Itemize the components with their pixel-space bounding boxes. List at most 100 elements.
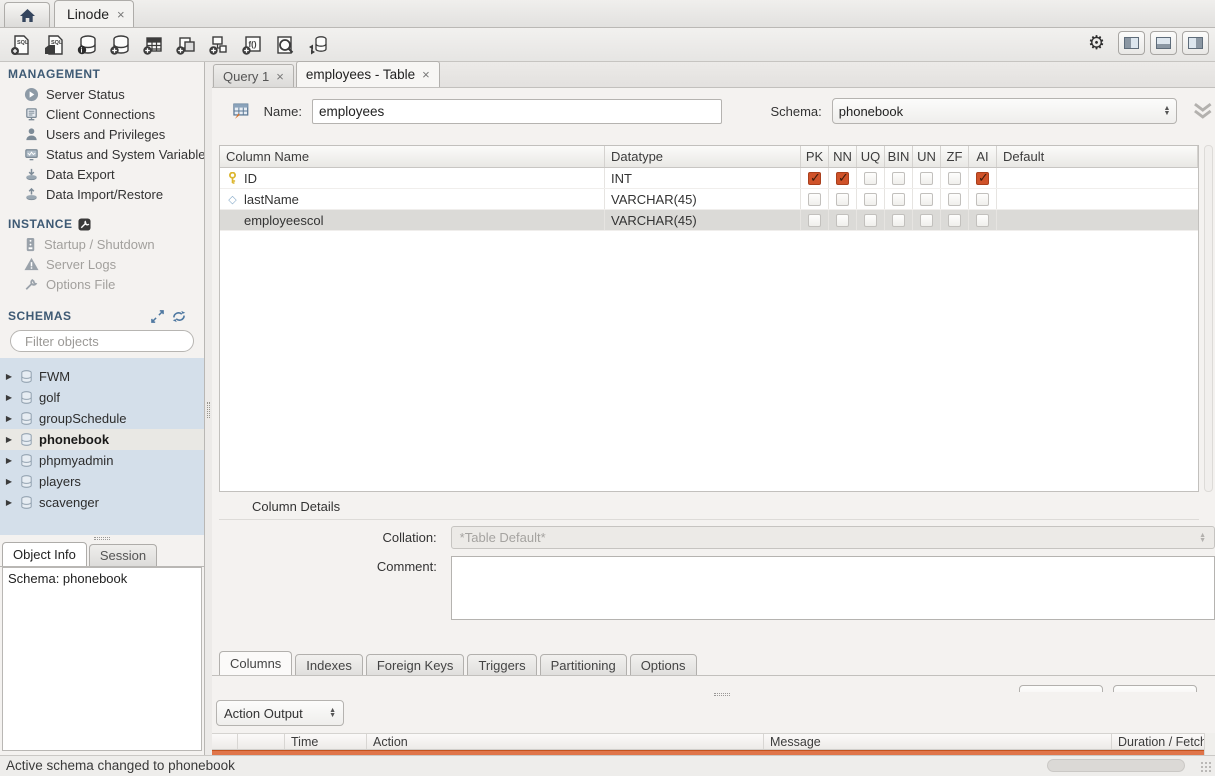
tab-query-1[interactable]: Query 1 × (213, 64, 294, 87)
tab-partitioning[interactable]: Partitioning (540, 654, 627, 676)
vertical-splitter[interactable] (205, 62, 212, 755)
header-zf[interactable]: ZF (941, 146, 969, 167)
header-ai[interactable]: AI (969, 146, 997, 167)
output-header-duration[interactable]: Duration / Fetch (1112, 734, 1204, 749)
checkbox-un[interactable] (920, 172, 933, 185)
tab-indexes[interactable]: Indexes (295, 654, 363, 676)
toggle-right-panel-button[interactable] (1182, 31, 1209, 55)
checkbox-bin[interactable] (892, 193, 905, 206)
output-header-time[interactable]: Time (285, 734, 367, 749)
checkbox-nn[interactable] (836, 214, 849, 227)
checkbox-bin[interactable] (892, 172, 905, 185)
header-bin[interactable]: BIN (885, 146, 913, 167)
expander-icon[interactable]: ▶ (4, 414, 14, 423)
refresh-schemas-icon[interactable] (172, 310, 186, 323)
schema-item-fwm[interactable]: ▶ FWM (0, 366, 204, 387)
open-sql-file-button[interactable]: SQL (39, 31, 69, 59)
new-sql-tab-button[interactable]: SQL (6, 31, 36, 59)
header-datatype[interactable]: Datatype (605, 146, 801, 167)
close-icon[interactable]: × (276, 69, 284, 84)
header-uq[interactable]: UQ (857, 146, 885, 167)
sidebar-item-startup-shutdown[interactable]: Startup / Shutdown (0, 234, 204, 254)
checkbox-nn[interactable] (836, 172, 849, 185)
home-tab[interactable] (4, 2, 50, 27)
header-default[interactable]: Default (997, 146, 1198, 167)
schema-filter-input[interactable] (25, 334, 201, 349)
sidebar-item-system-variables[interactable]: Status and System Variables (0, 144, 204, 164)
toggle-bottom-panel-button[interactable] (1150, 31, 1177, 55)
sidebar-item-users-privileges[interactable]: Users and Privileges (0, 124, 204, 144)
checkbox-ai[interactable] (976, 193, 989, 206)
checkbox-nn[interactable] (836, 193, 849, 206)
column-row-lastname[interactable]: ◇ lastName VARCHAR(45) (220, 189, 1198, 210)
header-un[interactable]: UN (913, 146, 941, 167)
tab-triggers[interactable]: Triggers (467, 654, 536, 676)
column-row-id[interactable]: ID INT (220, 168, 1198, 189)
create-table-button[interactable] (138, 31, 168, 59)
expander-icon[interactable]: ▶ (4, 372, 14, 381)
checkbox-uq[interactable] (864, 172, 877, 185)
expander-icon[interactable]: ▶ (4, 477, 14, 486)
header-pk[interactable]: PK (801, 146, 829, 167)
close-icon[interactable]: × (117, 7, 125, 22)
checkbox-ai[interactable] (976, 214, 989, 227)
checkbox-un[interactable] (920, 214, 933, 227)
checkbox-un[interactable] (920, 193, 933, 206)
comment-textarea[interactable] (451, 556, 1215, 620)
column-row-employeescol[interactable]: employeescol VARCHAR(45) (220, 210, 1198, 231)
checkbox-ai[interactable] (976, 172, 989, 185)
tab-columns[interactable]: Columns (219, 651, 292, 676)
checkbox-uq[interactable] (864, 193, 877, 206)
tab-foreign-keys[interactable]: Foreign Keys (366, 654, 465, 676)
header-column-name[interactable]: Column Name (220, 146, 605, 167)
checkbox-zf[interactable] (948, 172, 961, 185)
output-vertical-scrollbar[interactable] (1204, 733, 1215, 755)
inspect-database-button[interactable]: i (72, 31, 102, 59)
expander-icon[interactable]: ▶ (4, 498, 14, 507)
schema-item-scavenger[interactable]: ▶ scavenger (0, 492, 204, 513)
tab-employees-table[interactable]: employees - Table × (296, 61, 440, 87)
schema-select[interactable]: phonebook ▲▼ (832, 98, 1178, 124)
output-header-action[interactable]: Action (367, 734, 764, 749)
checkbox-bin[interactable] (892, 214, 905, 227)
expander-icon[interactable]: ▶ (4, 393, 14, 402)
sidebar-item-server-logs[interactable]: Server Logs (0, 254, 204, 274)
window-resize-grip[interactable] (1200, 761, 1212, 773)
checkbox-pk[interactable] (808, 172, 821, 185)
output-selector[interactable]: Action Output ▲▼ (216, 700, 344, 726)
default-value-cell[interactable] (997, 210, 1198, 230)
expander-icon[interactable]: ▶ (4, 435, 14, 444)
connection-tab[interactable]: Linode × (54, 0, 134, 27)
sidebar-item-options-file[interactable]: Options File (0, 274, 204, 294)
schema-item-players[interactable]: ▶ players (0, 471, 204, 492)
output-header-message[interactable]: Message (764, 734, 1112, 749)
expander-icon[interactable]: ▶ (4, 456, 14, 465)
collation-select[interactable]: *Table Default* ▲▼ (451, 526, 1215, 549)
activity-gear-icon[interactable]: ⚙ (1088, 34, 1105, 53)
table-name-input[interactable] (312, 99, 722, 124)
search-table-data-button[interactable] (270, 31, 300, 59)
schema-item-phonebook[interactable]: ▶ phonebook (0, 429, 204, 450)
header-nn[interactable]: NN (829, 146, 857, 167)
sidebar-item-data-import[interactable]: Data Import/Restore (0, 184, 204, 204)
schema-item-phpmyadmin[interactable]: ▶ phpmyadmin (0, 450, 204, 471)
expand-header-chevron-icon[interactable] (1191, 102, 1215, 120)
create-schema-button[interactable] (105, 31, 135, 59)
checkbox-pk[interactable] (808, 214, 821, 227)
toggle-left-panel-button[interactable] (1118, 31, 1145, 55)
tab-object-info[interactable]: Object Info (2, 542, 87, 566)
sidebar-item-server-status[interactable]: Server Status (0, 84, 204, 104)
grid-vertical-scrollbar[interactable] (1204, 145, 1213, 492)
tab-session[interactable]: Session (89, 544, 157, 566)
checkbox-uq[interactable] (864, 214, 877, 227)
expand-panel-icon[interactable] (151, 310, 164, 323)
create-stored-procedure-button[interactable] (204, 31, 234, 59)
tab-options[interactable]: Options (630, 654, 697, 676)
reconnect-dbms-button[interactable] (303, 31, 333, 59)
create-function-button[interactable]: f() (237, 31, 267, 59)
sidebar-item-data-export[interactable]: Data Export (0, 164, 204, 184)
checkbox-zf[interactable] (948, 193, 961, 206)
default-value-cell[interactable] (997, 189, 1198, 209)
default-value-cell[interactable] (997, 168, 1198, 188)
checkbox-zf[interactable] (948, 214, 961, 227)
